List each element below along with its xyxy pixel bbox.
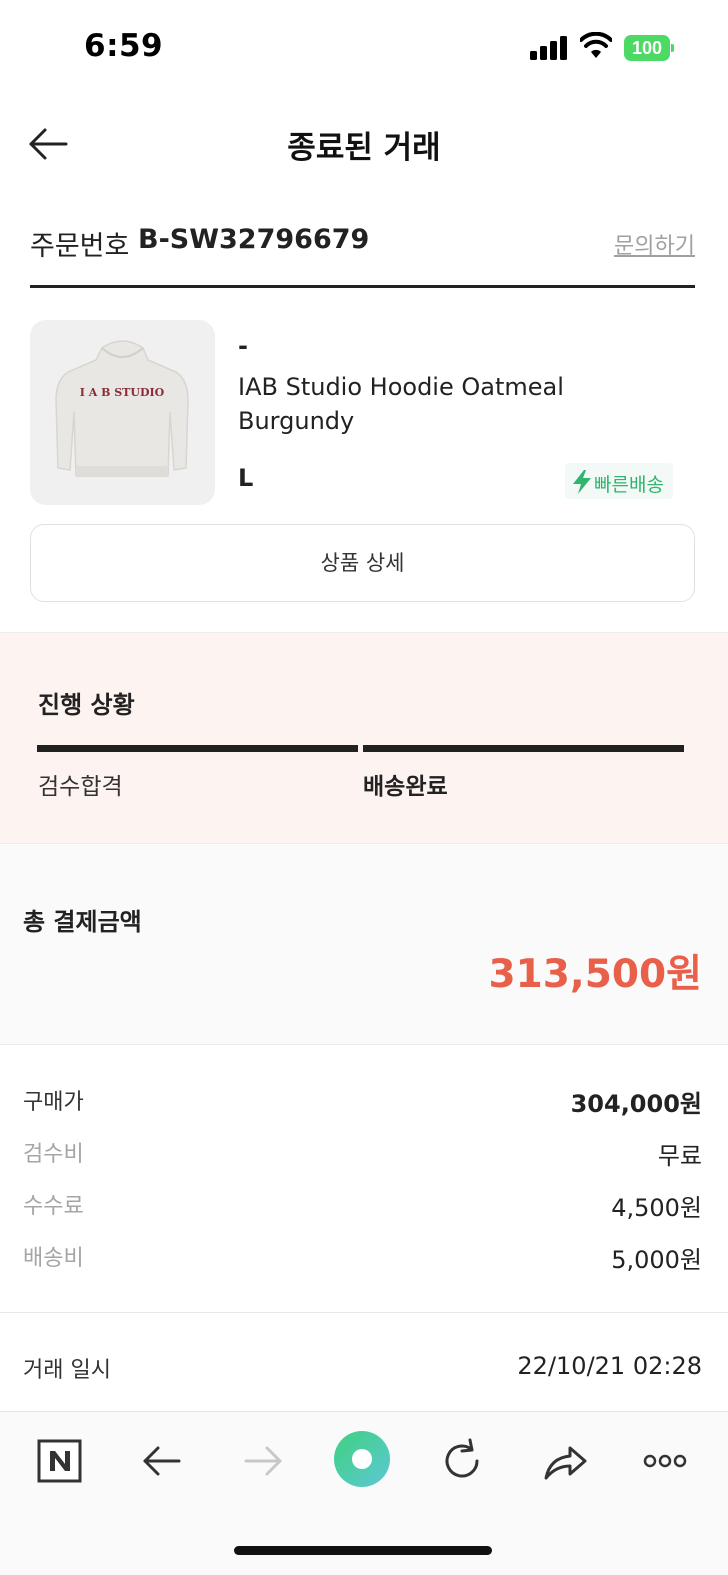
order-number-value: B-SW32796679 [138, 224, 370, 255]
price-row-value: 304,000원 [570, 1090, 702, 1118]
price-row-purchase: 구매가 304,000원 [0, 1080, 728, 1120]
trade-date-label: 거래 일시 [23, 1358, 111, 1383]
total-payment-label: 총 결제금액 [23, 908, 142, 936]
home-indicator[interactable] [234, 1546, 492, 1555]
hoodie-print: I A B STUDIO [80, 386, 165, 399]
hoodie-image: I A B STUDIO [55, 340, 189, 477]
price-row-value: 4,500원 [611, 1194, 702, 1222]
product-detail-label: 상품 상세 [320, 551, 405, 575]
header: 종료된 거래 [0, 96, 728, 192]
product-image[interactable]: I A B STUDIO [30, 320, 215, 505]
product-brand: - [238, 332, 248, 360]
price-row-label: 수수료 [23, 1194, 84, 1219]
price-row-value: 5,000원 [611, 1246, 702, 1274]
fast-delivery-badge: 빠른배송 [565, 463, 673, 499]
fast-delivery-label: 빠른배송 [594, 474, 664, 496]
product-name: IAB Studio Hoodie Oatmeal Burgundy [238, 373, 564, 435]
order-number-row: 주문번호 B-SW32796679 문의하기 [30, 218, 695, 270]
price-row-label: 배송비 [23, 1246, 84, 1271]
progress-step-label: 검수합격 [38, 774, 123, 800]
trade-date-row: 거래 일시 22/10/21 02:28 [0, 1350, 728, 1390]
product-detail-button[interactable]: 상품 상세 [30, 524, 695, 602]
section-divider [0, 1312, 728, 1313]
order-divider [30, 285, 695, 288]
forward-icon[interactable] [238, 1436, 288, 1486]
price-row-fee: 수수료 4,500원 [0, 1184, 728, 1224]
home-icon[interactable] [333, 1430, 391, 1488]
trade-date-value: 22/10/21 02:28 [517, 1352, 702, 1380]
reload-icon[interactable] [437, 1436, 487, 1486]
page-title: 종료된 거래 [287, 130, 441, 166]
share-icon[interactable] [540, 1436, 590, 1486]
progress-title: 진행 상황 [38, 691, 135, 719]
status-time: 6:59 [84, 28, 164, 64]
progress-bar-step-1 [37, 745, 358, 752]
progress-section: 진행 상황 검수합격 배송완료 [0, 632, 728, 844]
order-number-label: 주문번호 [30, 231, 130, 262]
browser-toolbar [0, 1411, 728, 1575]
total-payment-section: 총 결제금액 313,500원 [0, 845, 728, 1045]
progress-step-label: 배송완료 [363, 774, 448, 800]
status-bar: 6:59 100 [0, 0, 728, 96]
naver-icon[interactable] [35, 1436, 85, 1486]
price-row-shipping: 배송비 5,000원 [0, 1236, 728, 1276]
battery-level: 100 [624, 35, 670, 61]
price-row-value: 무료 [657, 1142, 702, 1170]
cellular-signal-icon [530, 36, 568, 60]
more-icon[interactable] [640, 1436, 690, 1486]
wifi-icon [580, 32, 612, 58]
lightning-icon [573, 470, 591, 494]
product-size: L [238, 464, 254, 492]
inquiry-link[interactable]: 문의하기 [614, 228, 695, 260]
price-row-label: 구매가 [23, 1090, 84, 1115]
total-payment-amount: 313,500원 [488, 952, 702, 997]
price-row-inspection: 검수비 무료 [0, 1132, 728, 1172]
price-row-label: 검수비 [23, 1142, 84, 1167]
back-icon[interactable] [137, 1436, 187, 1486]
progress-bar-step-2 [363, 745, 684, 752]
battery-icon: 100 [624, 35, 674, 61]
